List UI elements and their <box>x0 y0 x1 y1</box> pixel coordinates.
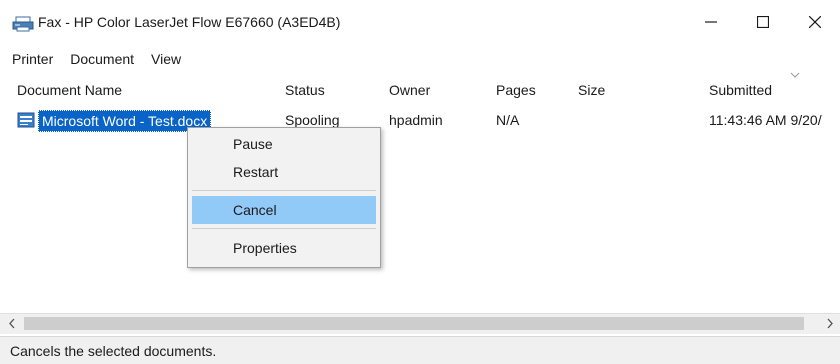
minimize-icon <box>705 21 717 23</box>
scroll-right-arrow-icon[interactable] <box>826 317 834 330</box>
close-button[interactable] <box>792 0 838 44</box>
column-header-status[interactable]: Status <box>285 82 325 98</box>
owner-cell: hpadmin <box>389 112 443 128</box>
column-header-owner[interactable]: Owner <box>389 82 430 98</box>
print-queue-window: Fax - HP Color LaserJet Flow E67660 (A3E… <box>0 0 840 364</box>
column-header-submitted[interactable]: Submitted <box>709 82 772 98</box>
maximize-icon <box>757 16 769 28</box>
menu-view[interactable]: View <box>144 49 188 69</box>
menu-printer[interactable]: Printer <box>5 49 60 69</box>
pages-cell: N/A <box>496 112 520 128</box>
column-header-size[interactable]: Size <box>578 82 605 98</box>
document-name-cell[interactable]: Microsoft Word - Test.docx <box>38 110 212 132</box>
column-header-pages[interactable]: Pages <box>496 82 536 98</box>
column-header-document-name[interactable]: Document Name <box>17 82 122 98</box>
minimize-button[interactable] <box>688 0 734 44</box>
menu-bar: Printer Document View <box>0 46 840 72</box>
horizontal-scrollbar[interactable] <box>0 313 840 334</box>
status-cell: Spooling <box>285 112 340 128</box>
context-menu-restart[interactable]: Restart <box>192 158 376 186</box>
table-row[interactable]: Microsoft Word - Test.docx Spooling hpad… <box>0 108 840 132</box>
context-menu: Pause Restart Cancel Properties <box>187 127 381 268</box>
close-icon <box>809 16 821 28</box>
scrollbar-thumb[interactable] <box>24 317 804 330</box>
context-menu-pause[interactable]: Pause <box>192 130 376 158</box>
title-bar[interactable]: Fax - HP Color LaserJet Flow E67660 (A3E… <box>0 0 840 44</box>
context-menu-separator <box>192 228 376 229</box>
document-icon <box>17 112 35 128</box>
submitted-cell: 11:43:46 AM 9/20/ <box>709 112 822 128</box>
status-bar: Cancels the selected documents. <box>0 336 840 364</box>
scroll-left-arrow-icon[interactable] <box>8 317 16 330</box>
menu-document[interactable]: Document <box>63 49 141 69</box>
sort-indicator-icon <box>790 72 800 78</box>
context-menu-separator <box>192 190 376 191</box>
context-menu-cancel[interactable]: Cancel <box>192 196 376 224</box>
fax-printer-icon <box>12 16 34 32</box>
column-header-row: Document Name Status Owner Pages Size Su… <box>0 78 840 104</box>
status-text: Cancels the selected documents. <box>10 343 217 359</box>
maximize-button[interactable] <box>740 0 786 44</box>
window-title: Fax - HP Color LaserJet Flow E67660 (A3E… <box>38 14 341 30</box>
context-menu-properties[interactable]: Properties <box>192 234 376 262</box>
